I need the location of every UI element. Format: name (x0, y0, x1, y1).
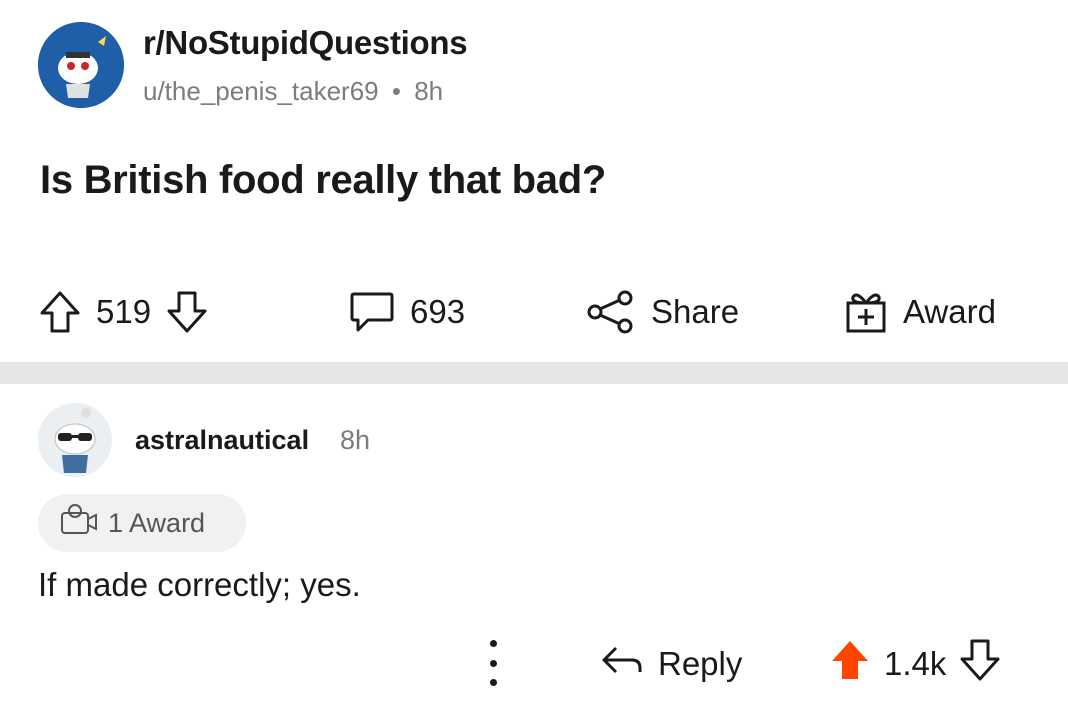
comments-button[interactable]: 693 (348, 288, 465, 336)
dot (489, 640, 497, 647)
post-meta: u/the_penis_taker69 • 8h (143, 76, 443, 107)
comment-age: 8h (340, 425, 371, 455)
comment-award-chip[interactable]: 1 Award (38, 494, 246, 552)
gift-box-icon (843, 289, 889, 335)
down-arrow-outline-icon[interactable] (960, 639, 1000, 689)
down-arrow-outline-icon[interactable] (165, 289, 209, 335)
commenter-avatar[interactable] (38, 403, 112, 477)
comment-bubble-icon (348, 290, 396, 334)
post-upvote-count: 519 (96, 293, 152, 330)
award-chip-label: 1 Award (108, 507, 206, 538)
snoo-avatar-icon (38, 22, 124, 108)
comment-count: 693 (410, 293, 466, 330)
reply-arrow-icon (600, 642, 644, 686)
share-nodes-icon (585, 290, 637, 334)
section-divider (0, 362, 1068, 384)
reply-label: Reply (658, 645, 743, 682)
up-arrow-outline-icon[interactable] (38, 289, 82, 335)
award-label: Award (903, 293, 996, 330)
comment-author[interactable]: astralnautical (135, 425, 309, 456)
subreddit-name[interactable]: r/NoStupidQuestions (143, 24, 468, 62)
post-title[interactable]: Is British food really that bad? (40, 158, 606, 203)
subreddit-avatar[interactable] (38, 22, 124, 108)
up-arrow-filled-icon[interactable] (830, 639, 870, 689)
snoo-sunglasses-icon (38, 403, 112, 477)
award-button[interactable]: Award (843, 288, 996, 336)
meta-separator: • (391, 76, 401, 106)
vertical-dots-icon[interactable] (478, 640, 508, 686)
comment-score: 1.4k (884, 645, 947, 682)
post-vote-group: 519 (38, 288, 209, 336)
reply-button[interactable]: Reply (600, 640, 742, 688)
comment-body: If made correctly; yes. (38, 566, 361, 603)
share-label: Share (651, 293, 740, 330)
comment-vote-group: 1.4k (830, 639, 1000, 689)
share-button[interactable]: Share (585, 288, 739, 336)
post-age: 8h (414, 76, 444, 106)
post-author[interactable]: u/the_penis_taker69 (143, 76, 379, 106)
dot (489, 659, 497, 667)
dot (489, 679, 497, 686)
award-medal-icon (56, 501, 100, 546)
